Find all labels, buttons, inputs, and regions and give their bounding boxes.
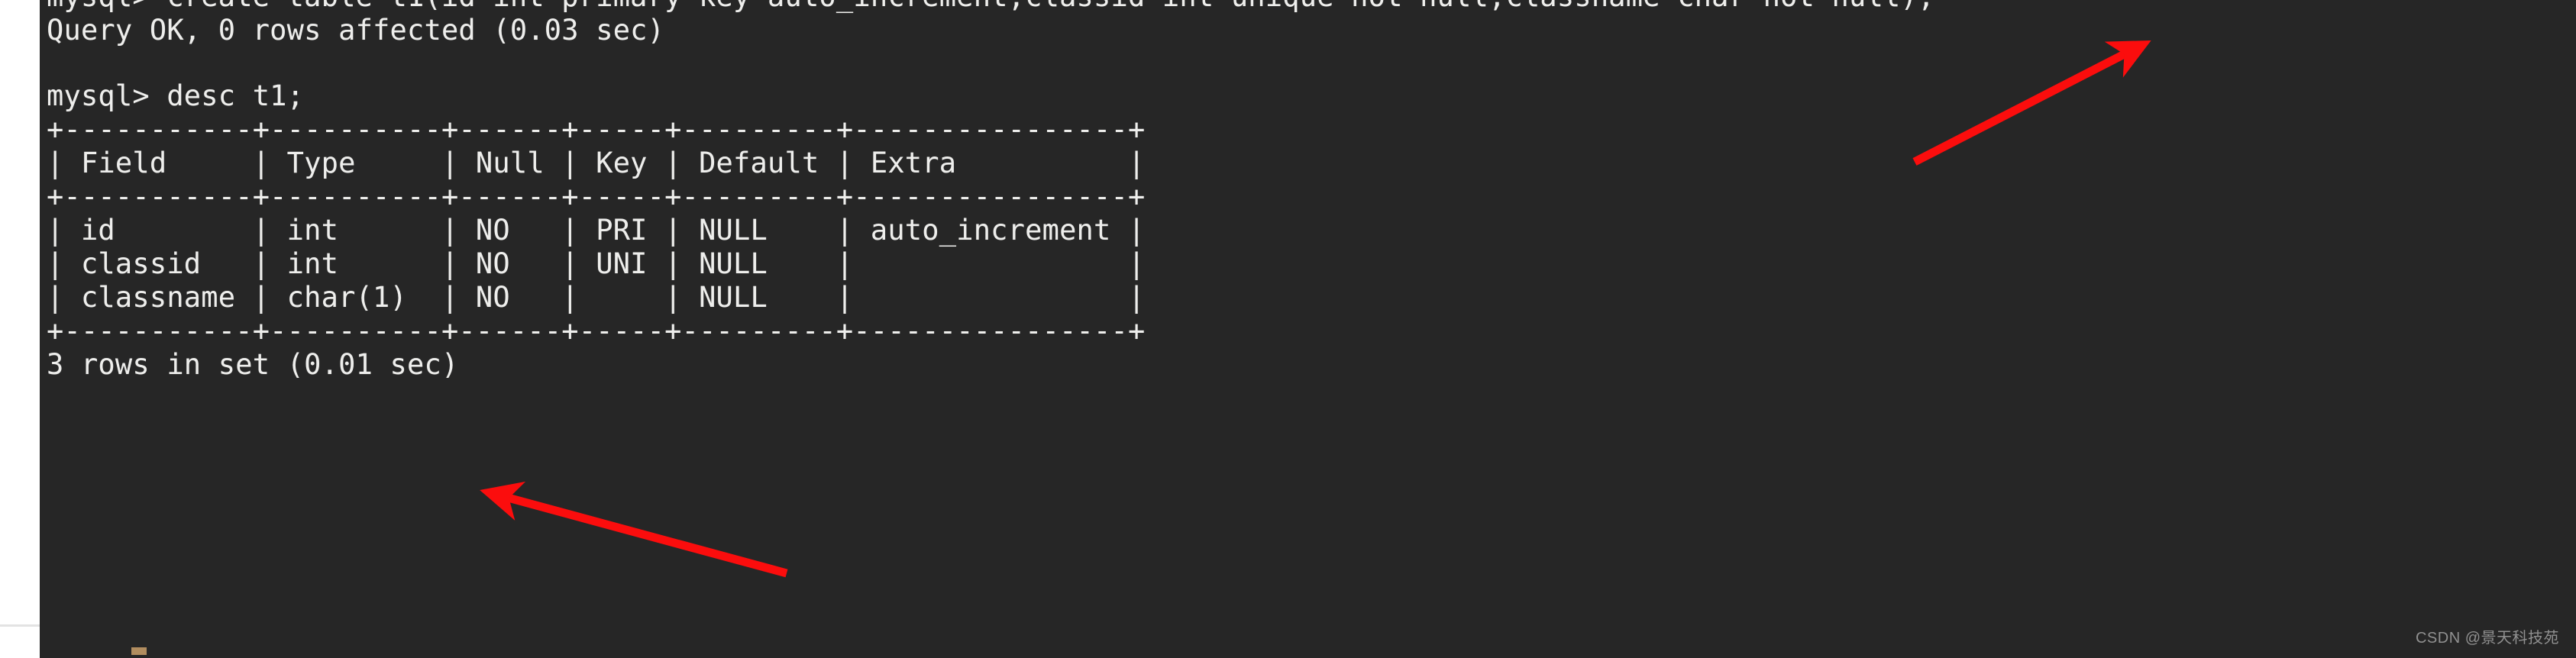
table-row: | classname | char(1) | NO | | NULL | | [47, 281, 1146, 314]
table-rule-bottom: +-----------+----------+------+-----+---… [47, 314, 1146, 347]
terminal-cursor [131, 647, 147, 655]
table-rule-middle: +-----------+----------+------+-----+---… [47, 180, 1146, 213]
terminal-line-desc-t1: mysql> desc t1; [47, 79, 305, 112]
terminal-line-create-table: mysql> create table t1(id int primary ke… [47, 0, 2576, 14]
table-row: | classid | int | NO | UNI | NULL | | [47, 247, 1146, 280]
terminal-window[interactable]: mysql> create table t1(id int primary ke… [40, 0, 2576, 658]
terminal-line-query-ok: Query OK, 0 rows affected (0.03 sec) [47, 14, 665, 47]
csdn-watermark: CSDN @景天科技苑 [2415, 630, 2559, 647]
gutter-divider [0, 624, 40, 627]
table-row: | id | int | NO | PRI | NULL | auto_incr… [47, 214, 1146, 247]
terminal-line-blank-1 [47, 47, 2576, 79]
terminal-line-rows-in-set: 3 rows in set (0.01 sec) [47, 348, 459, 381]
table-rule-top: +-----------+----------+------+-----+---… [47, 113, 1146, 146]
terminal-line-blank-2 [47, 382, 2576, 414]
screenshot-root: mysql> create table t1(id int primary ke… [0, 0, 2576, 658]
terminal-output: mysql> create table t1(id int primary ke… [40, 0, 2576, 658]
left-gutter [0, 0, 40, 658]
table-header-row: | Field | Type | Null | Key | Default | … [47, 147, 1146, 179]
